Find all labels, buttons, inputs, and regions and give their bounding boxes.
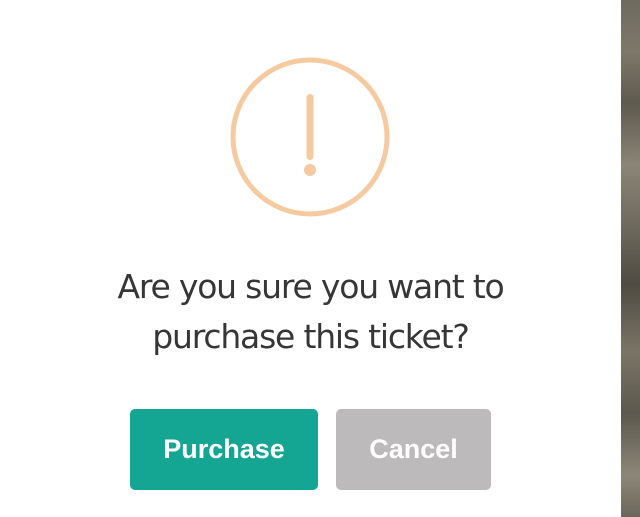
dialog-title-line-2: purchase this ticket? — [152, 317, 470, 356]
page: Are you sure you want to purchase this t… — [0, 0, 640, 517]
cancel-button[interactable]: Cancel — [336, 409, 491, 490]
confirm-dialog: Are you sure you want to purchase this t… — [0, 0, 621, 517]
dialog-title-line-1: Are you sure you want to — [117, 267, 504, 306]
exclamation-circle-icon — [229, 56, 391, 218]
purchase-button[interactable]: Purchase — [130, 409, 318, 490]
background-photo — [621, 0, 640, 517]
dialog-title: Are you sure you want to purchase this t… — [0, 262, 621, 362]
